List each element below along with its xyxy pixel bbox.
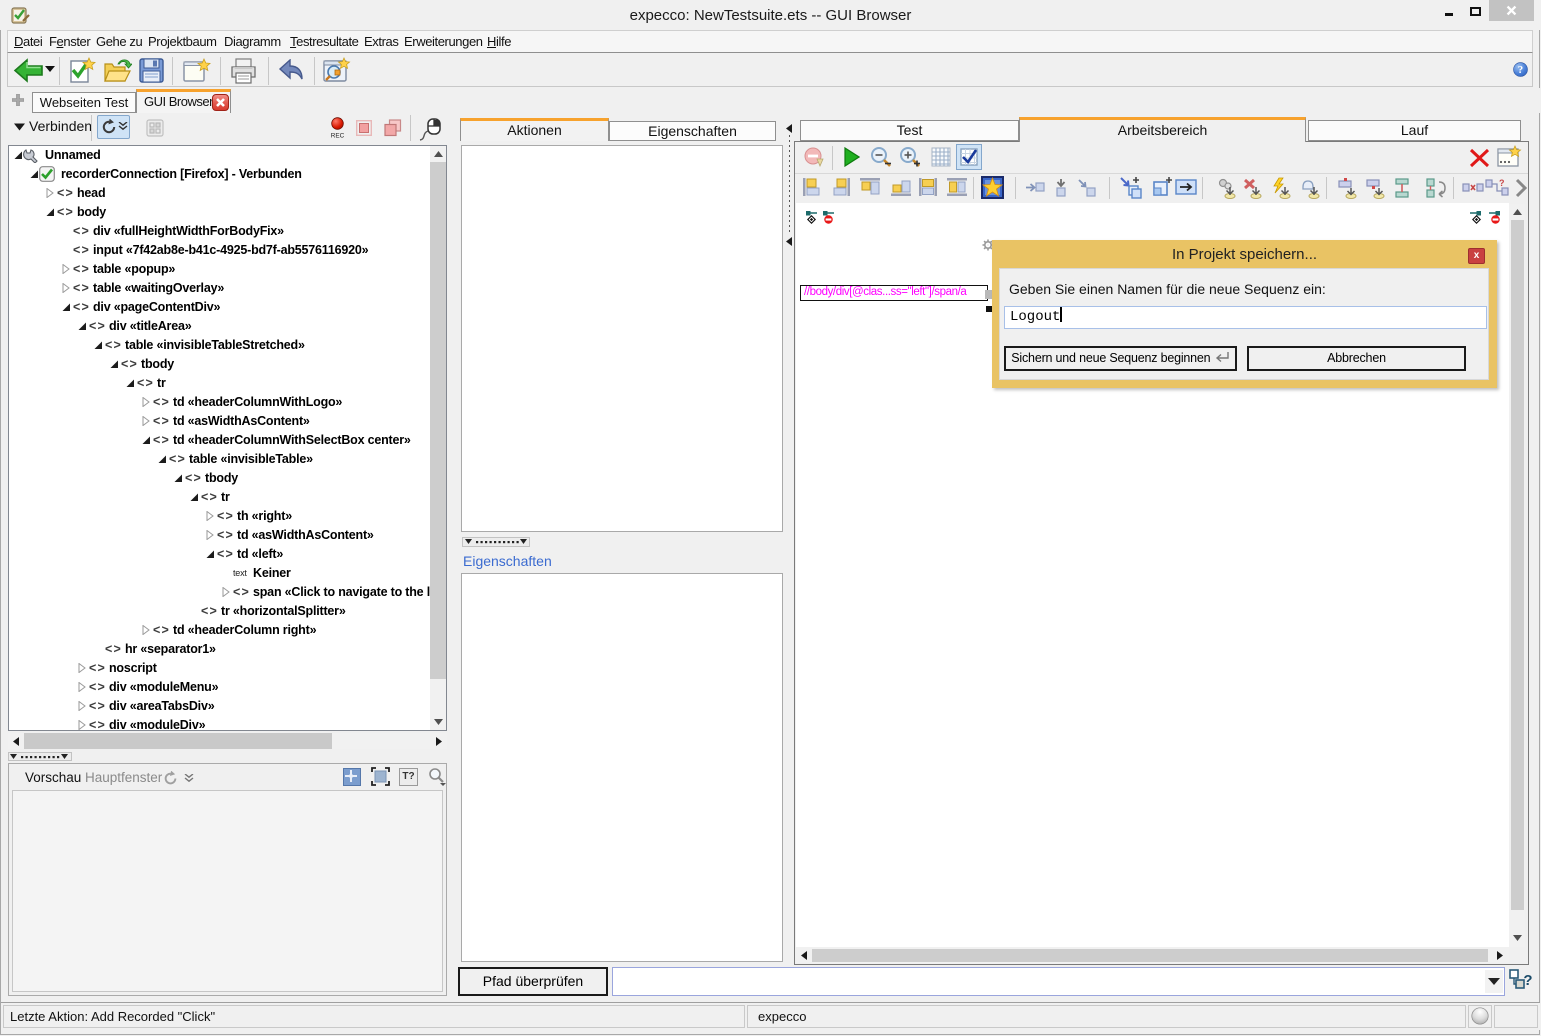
svg-text:?: ? — [1523, 972, 1532, 989]
svg-text:REC: REC — [331, 133, 345, 140]
svg-text:?: ? — [1518, 64, 1523, 76]
svg-text:?: ? — [1499, 178, 1505, 188]
